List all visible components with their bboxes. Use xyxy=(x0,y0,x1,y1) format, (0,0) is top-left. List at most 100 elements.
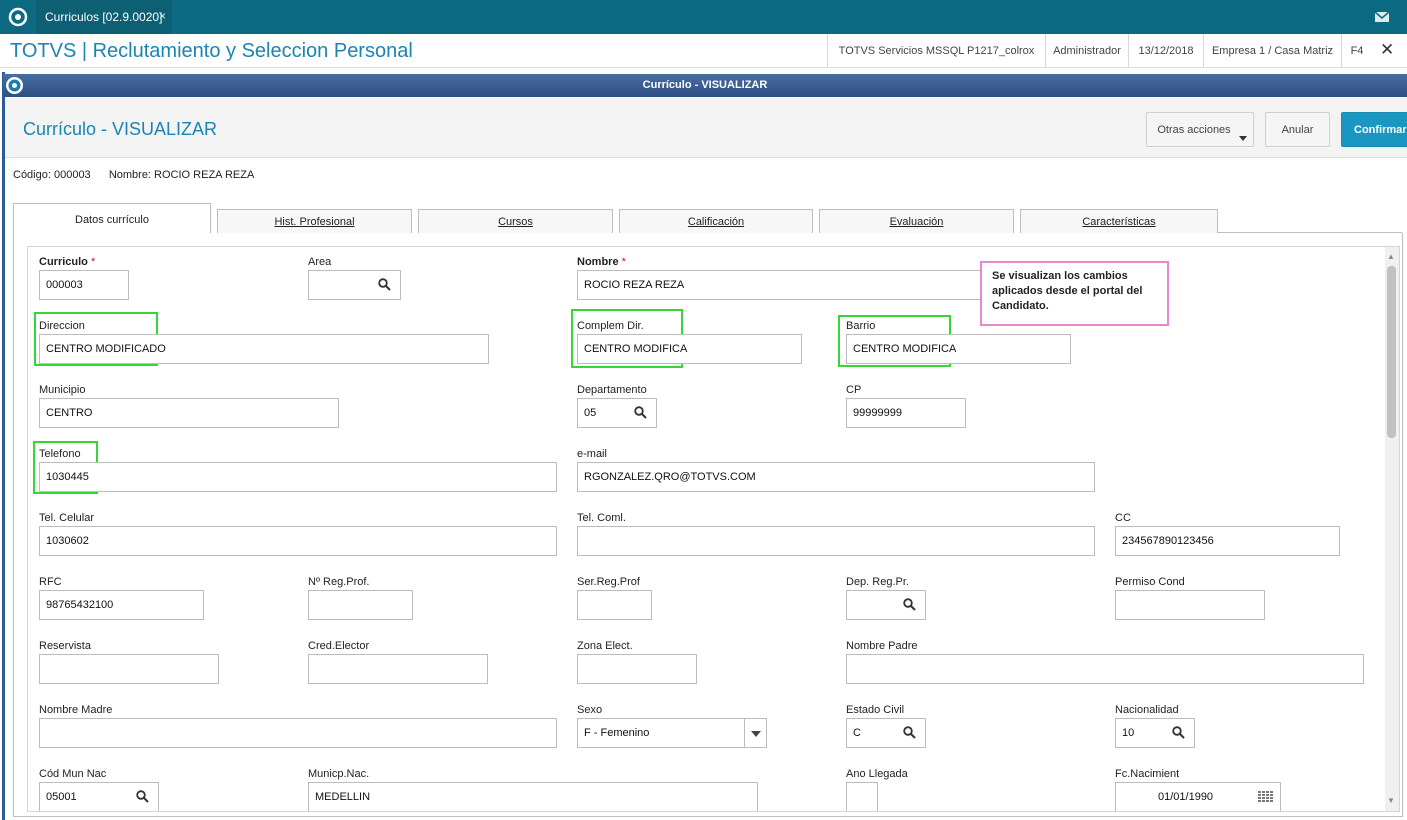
close-tab-icon[interactable]: × xyxy=(159,9,166,23)
regprof-field[interactable] xyxy=(308,590,413,620)
nombre-label: Nombre * xyxy=(577,256,626,268)
company-label[interactable]: Empresa 1 / Casa Matriz xyxy=(1203,34,1341,68)
search-icon[interactable] xyxy=(903,726,916,739)
municipio-field[interactable]: CENTRO xyxy=(39,398,339,428)
reservista-field[interactable] xyxy=(39,654,219,684)
email-label: e-mail xyxy=(577,448,607,460)
chevron-down-icon[interactable] xyxy=(744,719,766,747)
anollegada-field[interactable] xyxy=(846,782,878,811)
depreg-field[interactable] xyxy=(846,590,926,620)
celular-label: Tel. Celular xyxy=(39,512,95,524)
date-label[interactable]: 13/12/2018 xyxy=(1128,34,1203,68)
sexo-select[interactable]: F - Femenino xyxy=(577,718,767,748)
email-field[interactable]: RGONZALEZ.QRO@TOTVS.COM xyxy=(577,462,1095,492)
municnac-label: Municp.Nac. xyxy=(308,768,370,780)
fcnac-value: 01/01/1990 xyxy=(1158,791,1214,803)
nombre-field[interactable]: ROCIO REZA REZA xyxy=(577,270,987,300)
estadocivil-label: Estado Civil xyxy=(846,704,905,716)
direccion-field[interactable]: CENTRO MODIFICADO xyxy=(39,334,489,364)
search-icon[interactable] xyxy=(634,406,647,419)
record-info: Código: 000003 Nombre: ROCIO REZA REZA xyxy=(13,169,254,181)
tab-datos-curriculo[interactable]: Datos currículo xyxy=(13,203,211,234)
barrio-label: Barrio xyxy=(846,320,876,332)
barrio-field[interactable]: CENTRO MODIFICA xyxy=(846,334,1071,364)
municnac-field[interactable]: MEDELLIN xyxy=(308,782,758,811)
nacionalidad-value: 10 xyxy=(1122,727,1135,739)
fcnac-field[interactable]: 01/01/1990 xyxy=(1115,782,1281,811)
shortcut-label[interactable]: F4 xyxy=(1341,34,1372,68)
tab-calificacion[interactable]: Calificación xyxy=(619,209,813,233)
sexo-label: Sexo xyxy=(577,704,603,716)
madre-field[interactable] xyxy=(39,718,557,748)
zonaelect-field[interactable] xyxy=(577,654,697,684)
telcoml-label: Tel. Coml. xyxy=(577,512,626,524)
anollegada-label: Ano Llegada xyxy=(846,768,908,780)
environment-label[interactable]: TOTVS Servicios MSSQL P1217_colrox xyxy=(827,34,1045,68)
tab-hist-profesional[interactable]: Hist. Profesional xyxy=(217,209,412,233)
telefono-field[interactable]: 1030445 xyxy=(39,462,557,492)
tab-caracteristicas[interactable]: Características xyxy=(1020,209,1218,233)
other-actions-label: Otras acciones xyxy=(1157,124,1231,136)
record-name: Nombre: ROCIO REZA REZA xyxy=(108,169,255,181)
window-title: Currículo - VISUALIZAR xyxy=(3,74,1407,97)
nacionalidad-label: Nacionalidad xyxy=(1115,704,1179,716)
tab-label: Hist. Profesional xyxy=(274,216,355,228)
chevron-down-icon xyxy=(1239,136,1247,141)
mail-icon[interactable] xyxy=(1370,8,1394,26)
top-tab-bar xyxy=(0,0,1407,34)
credelector-field[interactable] xyxy=(308,654,488,684)
close-app-icon[interactable]: ✕ xyxy=(1380,40,1394,60)
scroll-up-icon[interactable]: ▲ xyxy=(1387,252,1395,261)
serreg-field[interactable] xyxy=(577,590,652,620)
permiso-label: Permiso Cond xyxy=(1115,576,1185,588)
tab-evaluacion[interactable]: Evaluación xyxy=(819,209,1014,233)
rfc-field[interactable]: 98765432100 xyxy=(39,590,204,620)
scroll-down-icon[interactable]: ▼ xyxy=(1387,796,1395,805)
app-title: TOTVS | Reclutamiento y Seleccion Person… xyxy=(10,40,413,62)
confirm-button[interactable]: Confirmar xyxy=(1341,112,1407,147)
other-actions-button[interactable]: Otras acciones xyxy=(1146,112,1254,147)
zonaelect-label: Zona Elect. xyxy=(577,640,633,652)
complem-field[interactable]: CENTRO MODIFICA xyxy=(577,334,802,364)
record-code: Código: 000003 xyxy=(13,169,91,181)
user-label[interactable]: Administrador xyxy=(1045,34,1128,68)
padre-field[interactable] xyxy=(846,654,1364,684)
area-field[interactable] xyxy=(308,270,401,300)
cancel-button[interactable]: Anular xyxy=(1265,112,1330,147)
sexo-value: F - Femenino xyxy=(584,727,650,739)
tab-label: Características xyxy=(1082,216,1156,228)
padre-label: Nombre Padre xyxy=(846,640,918,652)
tab-label: Calificación xyxy=(687,216,745,228)
curriculo-label: Curriculo * xyxy=(39,256,96,268)
search-icon[interactable] xyxy=(1172,726,1185,739)
nacionalidad-field[interactable]: 10 xyxy=(1115,718,1195,748)
tab-cursos[interactable]: Cursos xyxy=(418,209,613,233)
annotation-note: Se visualizan los cambios aplicados desd… xyxy=(980,261,1169,326)
credelector-label: Cred.Elector xyxy=(308,640,370,652)
departamento-field[interactable]: 05 xyxy=(577,398,657,428)
departamento-label: Departamento xyxy=(577,384,647,396)
permiso-field[interactable] xyxy=(1115,590,1265,620)
calendar-icon[interactable] xyxy=(1258,791,1274,804)
cp-field[interactable]: 99999999 xyxy=(846,398,966,428)
codmun-field[interactable]: 05001 xyxy=(39,782,159,811)
search-icon[interactable] xyxy=(378,278,391,291)
search-icon[interactable] xyxy=(903,598,916,611)
tab-label: Evaluación xyxy=(889,216,944,228)
search-icon[interactable] xyxy=(136,790,149,803)
municipio-label: Municipio xyxy=(39,384,86,396)
telcoml-field[interactable] xyxy=(577,526,1095,556)
scrollbar-thumb[interactable] xyxy=(1387,266,1396,438)
cc-field[interactable]: 234567890123456 xyxy=(1115,526,1340,556)
direccion-label: Direccion xyxy=(39,320,85,332)
telefono-label: Telefono xyxy=(39,448,81,460)
totvs-logo-icon[interactable] xyxy=(8,7,28,27)
tab-label: Cursos xyxy=(498,216,533,228)
depreg-label: Dep. Reg.Pr. xyxy=(846,576,909,588)
curriculo-field[interactable]: 000003 xyxy=(39,270,129,300)
fcnac-label: Fc.Nacimient xyxy=(1115,768,1180,780)
celular-field[interactable]: 1030602 xyxy=(39,526,557,556)
area-label: Area xyxy=(308,256,332,268)
estadocivil-field[interactable]: C xyxy=(846,718,926,748)
document-tab[interactable]: Curriculos [02.9.0020] × xyxy=(36,0,172,34)
